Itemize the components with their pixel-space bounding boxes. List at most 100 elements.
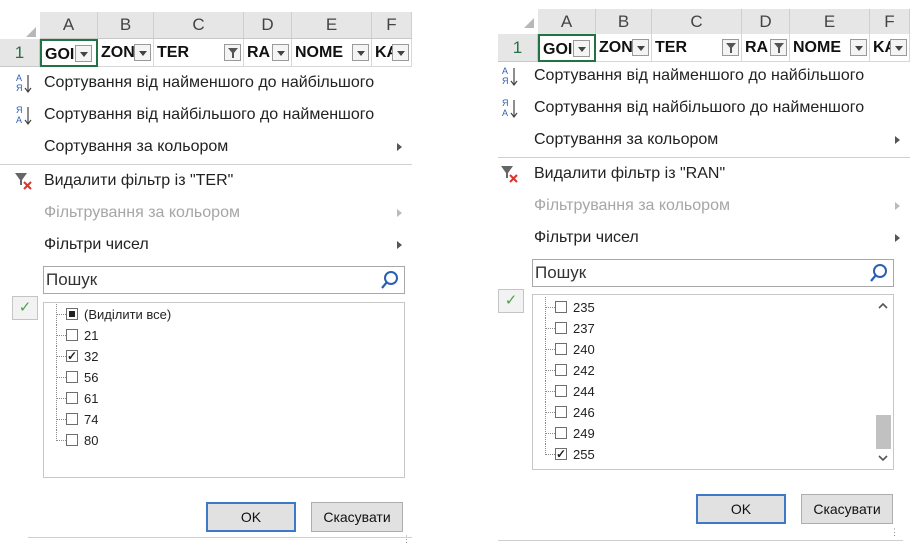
filter-active-icon-ra[interactable] [770, 39, 787, 56]
list-item[interactable]: 61 [44, 388, 404, 409]
filter-dropdown-ka[interactable] [392, 44, 409, 61]
column-header-b[interactable]: B [98, 12, 154, 38]
filter-active-icon-ter[interactable] [722, 39, 739, 56]
header-cell-ka[interactable]: KA [870, 34, 910, 62]
menu-sort-descending[interactable]: ЯA Сортування від найбільшого до найменш… [498, 93, 910, 123]
filter-dropdown-ka[interactable] [890, 39, 907, 56]
header-cell-ter[interactable]: TER [154, 39, 244, 67]
list-item[interactable]: 244 [533, 381, 893, 402]
checkbox-select-all[interactable] [66, 308, 78, 320]
filter-values-list[interactable]: (Виділити все) 21 32 56 61 74 [43, 302, 405, 478]
column-header-e[interactable]: E [292, 12, 372, 38]
menu-number-filters[interactable]: Фільтри чисел [498, 223, 910, 253]
column-header-d[interactable]: D [742, 9, 790, 35]
list-item[interactable]: 56 [44, 367, 404, 388]
resize-grip-icon[interactable]: ⋮ [890, 527, 900, 538]
filter-dropdown-zon[interactable] [134, 44, 151, 61]
filter-dropdown-nome[interactable] [850, 39, 867, 56]
list-item[interactable]: 74 [44, 409, 404, 430]
list-item[interactable]: 242 [533, 360, 893, 381]
submenu-arrow-icon [895, 234, 900, 242]
scroll-down-icon[interactable] [878, 453, 888, 463]
filter-dropdown-goi[interactable] [573, 40, 590, 57]
menu-separator [498, 157, 910, 158]
checkbox[interactable] [555, 385, 567, 397]
header-cell-nome[interactable]: NOME [790, 34, 870, 62]
filter-dropdown-goi[interactable] [75, 45, 92, 62]
vertical-scrollbar[interactable] [873, 295, 893, 469]
header-cell-goi[interactable]: GOI [538, 34, 596, 62]
ok-button[interactable]: OK [696, 494, 786, 524]
menu-clear-filter[interactable]: Видалити фільтр із "RAN" [498, 159, 910, 189]
checkbox[interactable] [555, 301, 567, 313]
header-cell-zon[interactable]: ZON [596, 34, 652, 62]
cancel-button[interactable]: Скасувати [311, 502, 403, 532]
filter-dropdown-nome[interactable] [352, 44, 369, 61]
scrollbar-thumb[interactable] [876, 415, 891, 449]
filter-dropdown-zon[interactable] [632, 39, 649, 56]
checkbox[interactable] [66, 346, 78, 367]
column-header-b[interactable]: B [596, 9, 652, 35]
ok-button[interactable]: OK [206, 502, 296, 532]
list-item[interactable]: 32 [44, 346, 404, 367]
column-header-e[interactable]: E [790, 9, 870, 35]
menu-number-filters[interactable]: Фільтри чисел [0, 230, 412, 260]
header-cell-ra[interactable]: RA [244, 39, 292, 67]
list-item[interactable]: 237 [533, 318, 893, 339]
header-cell-zon[interactable]: ZON [98, 39, 154, 67]
checkbox[interactable] [66, 329, 78, 341]
checkbox[interactable] [555, 406, 567, 418]
search-input[interactable]: Пошук [43, 266, 405, 294]
column-header-d[interactable]: D [244, 12, 292, 38]
column-header-f[interactable]: F [372, 12, 412, 38]
cancel-button[interactable]: Скасувати [801, 494, 893, 524]
menu-sort-by-color[interactable]: Сортування за кольором [0, 132, 412, 162]
list-item-select-all[interactable]: (Виділити все) [44, 304, 404, 325]
checkbox[interactable] [66, 371, 78, 383]
checkbox[interactable] [555, 322, 567, 334]
checkbox[interactable] [555, 444, 567, 465]
checkbox[interactable] [66, 434, 78, 446]
checkbox[interactable] [555, 427, 567, 439]
checkbox[interactable] [555, 364, 567, 376]
column-header-f[interactable]: F [870, 9, 910, 35]
list-item[interactable]: 246 [533, 402, 893, 423]
header-cell-goi[interactable]: GOI [40, 39, 98, 67]
resize-grip-icon[interactable]: ⋮ [402, 534, 412, 545]
column-header-c[interactable]: C [154, 12, 244, 38]
list-item[interactable]: 240 [533, 339, 893, 360]
column-header-a[interactable]: A [40, 12, 98, 38]
submenu-arrow-icon [895, 136, 900, 144]
menu-clear-filter[interactable]: Видалити фільтр із "TER" [0, 166, 412, 196]
checkbox[interactable] [66, 392, 78, 404]
menu-sort-ascending[interactable]: AЯ Сортування від найменшого до найбільш… [498, 61, 910, 91]
search-icon [870, 264, 887, 282]
list-item[interactable]: 249 [533, 423, 893, 444]
checkmark-icon: ✓ [12, 296, 38, 320]
select-all-corner[interactable] [524, 18, 534, 28]
menu-sort-descending[interactable]: ЯA Сортування від найбільшого до найменш… [0, 100, 412, 130]
checkbox[interactable] [66, 413, 78, 425]
filter-values-list[interactable]: 235 237 240 242 244 246 249 ✓ 255 [532, 294, 894, 470]
menu-sort-by-color[interactable]: Сортування за кольором [498, 125, 910, 155]
header-cell-ra-text: RA [745, 39, 769, 56]
select-all-corner[interactable] [26, 27, 36, 37]
list-item[interactable]: 255 [533, 444, 893, 465]
header-cell-nome[interactable]: NOME [292, 39, 372, 67]
list-item[interactable]: 21 [44, 325, 404, 346]
scroll-up-icon[interactable] [878, 301, 888, 311]
filter-dropdown-ra[interactable] [272, 44, 289, 61]
header-cell-ka[interactable]: KA [372, 39, 412, 67]
checkbox[interactable] [555, 343, 567, 355]
list-item[interactable]: 80 [44, 430, 404, 451]
header-cell-ra[interactable]: RA [742, 34, 790, 62]
menu-sort-ascending[interactable]: AЯ Сортування від найменшого до найбільш… [0, 68, 412, 98]
row-header-1[interactable]: 1 [0, 39, 40, 67]
filter-active-icon-ter[interactable] [224, 44, 241, 61]
search-input[interactable]: Пошук [532, 259, 894, 287]
column-header-a[interactable]: A [538, 9, 596, 35]
row-header-1[interactable]: 1 [498, 34, 538, 62]
column-header-c[interactable]: C [652, 9, 742, 35]
header-cell-ter[interactable]: TER [652, 34, 742, 62]
list-item[interactable]: 235 [533, 297, 893, 318]
